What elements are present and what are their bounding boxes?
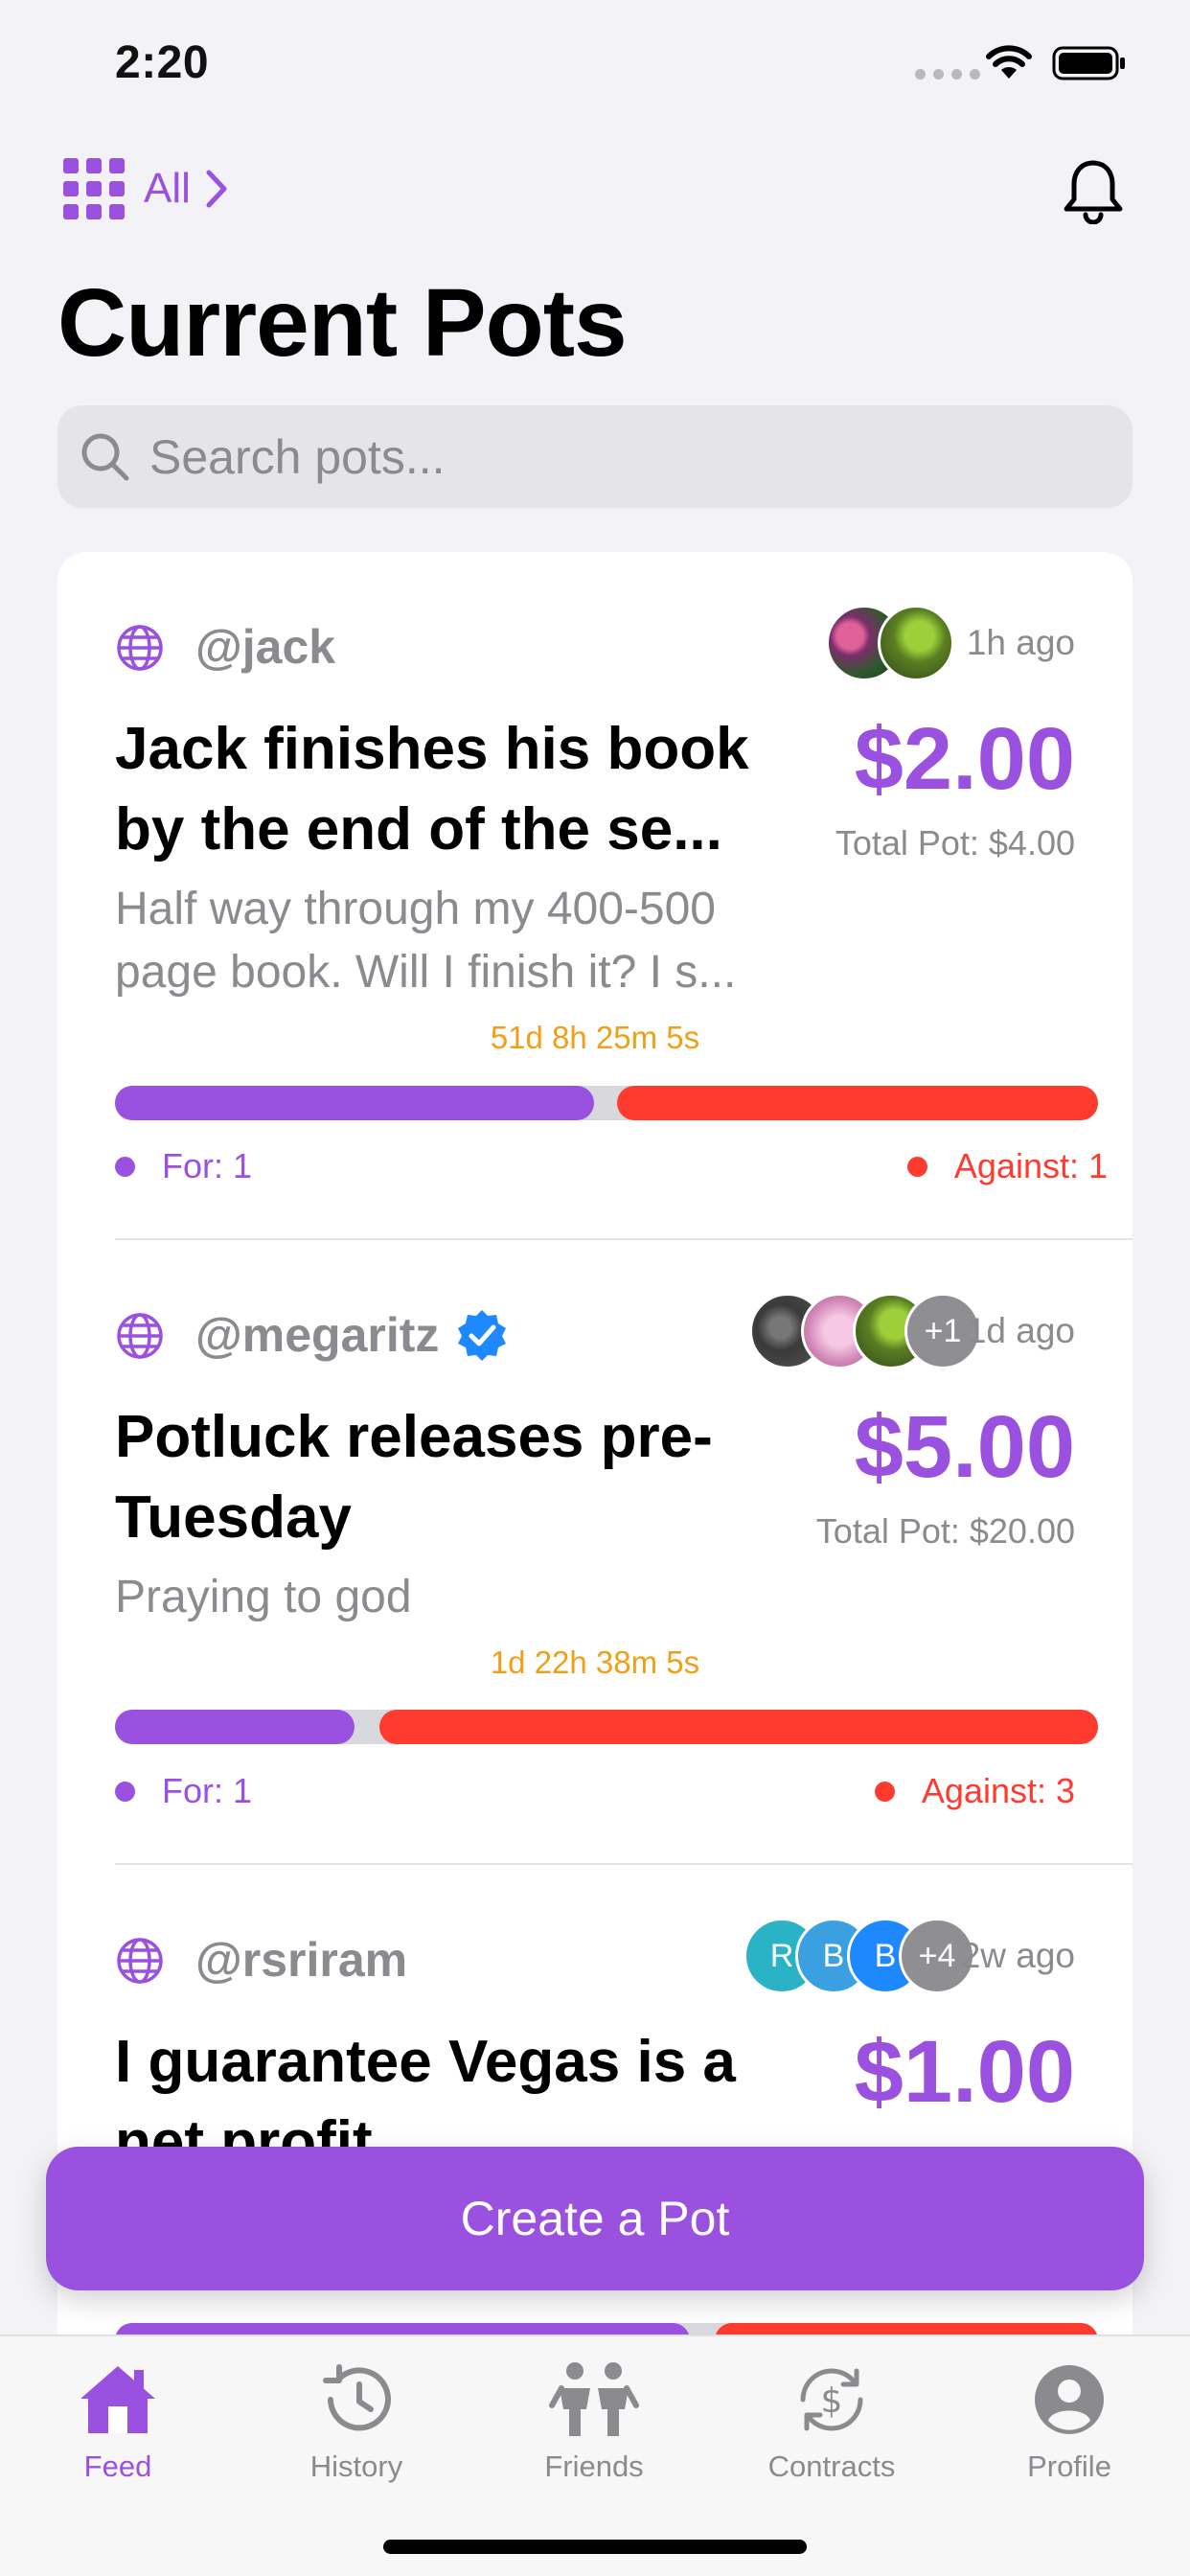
filter-label: All xyxy=(144,165,191,212)
pot-description: Half way through my 400-500 page book. W… xyxy=(115,884,737,998)
chevron-right-icon xyxy=(206,170,227,208)
for-segment xyxy=(115,1086,594,1120)
pot-card[interactable]: @megaritz +1 1d ago Potluck releases pre… xyxy=(57,1240,1133,1865)
all-filter-button[interactable]: All xyxy=(63,158,229,219)
wifi-icon xyxy=(986,45,1032,79)
against-segment xyxy=(715,2323,1098,2334)
page-title: Current Pots xyxy=(57,269,628,377)
status-bar: 2:20 xyxy=(0,0,1190,134)
pot-description: Praying to god xyxy=(115,1572,412,1622)
vote-bar xyxy=(115,2323,1098,2334)
vote-bar xyxy=(115,1086,1098,1120)
against-legend: Against: 3 xyxy=(874,1771,1075,1811)
pot-handle[interactable]: @rsriram xyxy=(195,1932,407,1988)
home-indicator xyxy=(383,2540,807,2554)
pot-amount: $2.00 xyxy=(854,710,1075,808)
create-pot-button[interactable]: Create a Pot xyxy=(46,2147,1144,2290)
house-icon xyxy=(80,2366,155,2433)
search-bar[interactable] xyxy=(57,405,1133,508)
status-time: 2:20 xyxy=(115,37,210,88)
for-segment xyxy=(115,1710,355,1744)
against-legend: Against: 1 xyxy=(906,1146,1108,1186)
for-count: For: 1 xyxy=(162,1771,253,1810)
search-icon xyxy=(81,433,129,480)
person-icon xyxy=(1035,2365,1104,2434)
against-segment xyxy=(379,1710,1098,1744)
participant-avatars xyxy=(826,605,954,681)
tab-label: Feed xyxy=(83,2450,152,2483)
people-icon xyxy=(549,2362,639,2436)
time-ago: 2w ago xyxy=(960,1936,1075,1975)
against-segment xyxy=(617,1086,1098,1120)
tab-label: History xyxy=(309,2450,403,2483)
globe-icon xyxy=(117,1313,163,1359)
time-ago: 1d ago xyxy=(966,1311,1075,1350)
tab-label: Friends xyxy=(544,2450,644,2483)
against-count: Against: 3 xyxy=(921,1771,1075,1810)
history-icon xyxy=(323,2364,391,2431)
tab-bar: Feed History Friends $ Contracts Profile xyxy=(0,2334,1190,2576)
globe-icon xyxy=(117,1938,163,1984)
tab-feed[interactable]: Feed xyxy=(32,2354,204,2484)
avatar xyxy=(878,605,954,681)
for-legend: For: 1 xyxy=(115,1146,252,1186)
for-count: For: 1 xyxy=(162,1146,253,1185)
participant-avatars: +1 xyxy=(749,1293,981,1369)
grid-icon xyxy=(63,158,125,219)
pot-feed[interactable]: @jack 1h ago Jack finishes his book by t… xyxy=(57,552,1133,2334)
tab-label: Contracts xyxy=(767,2450,896,2483)
against-count: Against: 1 xyxy=(953,1146,1108,1185)
participant-avatars: R B B +4 xyxy=(744,1918,975,1994)
more-avatars-count: +4 xyxy=(918,1937,956,1974)
tab-history[interactable]: History xyxy=(270,2354,443,2484)
total-pot: Total Pot: $4.00 xyxy=(835,823,1075,862)
pot-handle[interactable]: @jack xyxy=(195,619,335,675)
vote-bar xyxy=(115,1710,1098,1744)
total-pot: Total Pot: $20.00 xyxy=(815,1511,1075,1551)
dollar-cycle-icon: $ xyxy=(800,2368,863,2431)
pot-title: Potluck releases pre-Tuesday xyxy=(115,1404,713,1551)
pot-amount: $5.00 xyxy=(854,1398,1075,1496)
svg-text:$: $ xyxy=(821,2381,843,2421)
tab-profile[interactable]: Profile xyxy=(983,2354,1156,2484)
tab-friends[interactable]: Friends xyxy=(508,2354,680,2484)
tab-label: Profile xyxy=(1027,2450,1111,2483)
globe-icon xyxy=(117,625,163,671)
pot-amount: $1.00 xyxy=(854,2023,1075,2121)
pot-title: Jack finishes his book by the end of the… xyxy=(115,716,749,862)
bell-icon[interactable] xyxy=(1062,157,1125,224)
pot-card[interactable]: @jack 1h ago Jack finishes his book by t… xyxy=(57,552,1133,1185)
countdown-timer: 51d 8h 25m 5s xyxy=(490,1020,700,1055)
for-segment xyxy=(115,2323,690,2334)
countdown-timer: 1d 22h 38m 5s xyxy=(490,1644,700,1680)
battery-icon xyxy=(1052,46,1125,80)
search-input[interactable] xyxy=(149,428,1012,485)
for-legend: For: 1 xyxy=(115,1771,252,1811)
time-ago: 1h ago xyxy=(966,623,1075,662)
verified-badge-icon xyxy=(458,1310,507,1361)
tab-contracts[interactable]: $ Contracts xyxy=(745,2354,918,2484)
cellular-signal-icon xyxy=(915,69,980,80)
pot-handle[interactable]: @megaritz xyxy=(195,1307,439,1363)
more-avatars-count: +1 xyxy=(924,1312,962,1349)
